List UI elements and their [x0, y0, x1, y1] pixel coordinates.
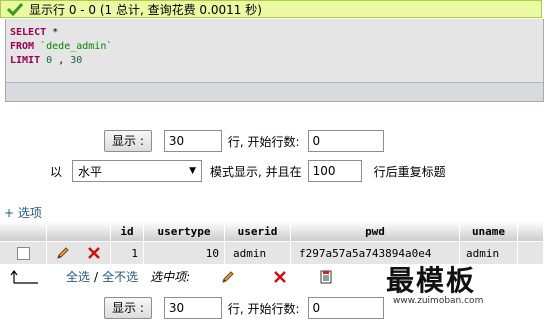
edit-pencil-icon[interactable] [55, 245, 71, 261]
sql-query-box[interactable]: SELECT * FROM `dede_admin` LIMIT 0 , 30 [5, 19, 544, 102]
mode-prefix-label: 以 [50, 164, 63, 179]
navigation-bottom-row: 显示 : 30 行, 开始行数: 0 [104, 297, 384, 319]
table-header-row: id usertype userid pwd uname [0, 221, 544, 241]
bulk-export-icon[interactable] [318, 269, 334, 285]
display-mode-value: 水平 [78, 164, 103, 179]
column-header-uname[interactable]: uname [460, 221, 518, 241]
display-mode-select[interactable]: 水平 ▼ [72, 160, 203, 182]
watermark-url: www.zuimoban.com [393, 296, 484, 306]
checkmark-icon [7, 2, 23, 16]
deselect-all-link[interactable]: 全不选 [102, 268, 138, 285]
sql-limit-count: 30 [70, 55, 83, 66]
delete-x-icon[interactable] [86, 245, 102, 261]
repeat-headers-input[interactable]: 100 [307, 160, 362, 182]
cell-userid: admin [225, 241, 291, 264]
header-actions-col [47, 221, 111, 241]
rows-label: 行, 开始行数: [227, 134, 300, 149]
header-extra-col [518, 221, 544, 241]
mode-label: 模式显示, 并且在 [210, 164, 302, 179]
sql-limit-keyword: LIMIT [10, 55, 41, 66]
sql-from-keyword: FROM [10, 41, 35, 52]
navigation-top-row-1: 显示 : 30 行, 开始行数: 0 [104, 130, 384, 152]
show-button[interactable]: 显示 : [104, 130, 152, 152]
sql-limit-comma: , [58, 55, 65, 66]
row-actions-cell [47, 241, 111, 264]
rows-label-bottom: 行, 开始行数: [227, 301, 300, 316]
results-table: id usertype userid pwd uname 1 10 admin … [0, 221, 544, 264]
sql-table-name: `dede_admin` [40, 41, 113, 52]
sql-select-keyword: SELECT [10, 27, 47, 38]
sql-box-footer [6, 82, 543, 101]
sql-star: * [52, 27, 59, 38]
start-row-input-bottom[interactable]: 0 [307, 297, 384, 319]
with-selected-label: 选中项: [150, 270, 191, 284]
dropdown-arrow-icon: ▼ [189, 166, 197, 176]
arrow-up-left-icon [10, 269, 38, 284]
success-message-text: 显示行 0 - 0 (1 总计, 查询花费 0.0011 秒) [29, 2, 262, 17]
column-header-usertype[interactable]: usertype [144, 221, 225, 241]
bulk-actions-bar: 全选 / 全不选 选中项: [10, 268, 334, 285]
repeat-label: 行后重复标题 [373, 164, 446, 179]
column-header-id[interactable]: id [111, 221, 144, 241]
column-header-pwd[interactable]: pwd [291, 221, 460, 241]
cell-id: 1 [111, 241, 144, 264]
cell-extra [518, 241, 544, 264]
start-row-input[interactable]: 0 [307, 130, 384, 152]
cell-usertype: 10 [144, 241, 225, 264]
select-all-link[interactable]: 全选 [66, 268, 90, 285]
sql-query-code: SELECT * FROM `dede_admin` LIMIT 0 , 30 [10, 26, 112, 68]
rows-count-input[interactable]: 30 [163, 130, 222, 152]
watermark-logo: 最模板 [386, 264, 477, 297]
column-header-userid[interactable]: userid [225, 221, 291, 241]
success-message-bar: 显示行 0 - 0 (1 总计, 查询花费 0.0011 秒) [0, 0, 542, 18]
row-select-cell [0, 241, 47, 264]
sql-limit-offset: 0 [46, 55, 53, 66]
options-toggle-link[interactable]: + 选项 [4, 204, 42, 221]
navigation-top-row-2: 以 水平 ▼ 模式显示, 并且在 100 行后重复标题 [50, 160, 446, 182]
bulk-delete-x-icon[interactable] [272, 269, 288, 285]
bulk-edit-pencil-icon[interactable] [220, 269, 236, 285]
header-checkbox-col [0, 221, 47, 241]
select-separator: / [94, 269, 99, 284]
row-checkbox[interactable] [16, 246, 30, 260]
rows-count-input-bottom[interactable]: 30 [163, 297, 222, 319]
show-button-bottom[interactable]: 显示 : [104, 297, 152, 319]
